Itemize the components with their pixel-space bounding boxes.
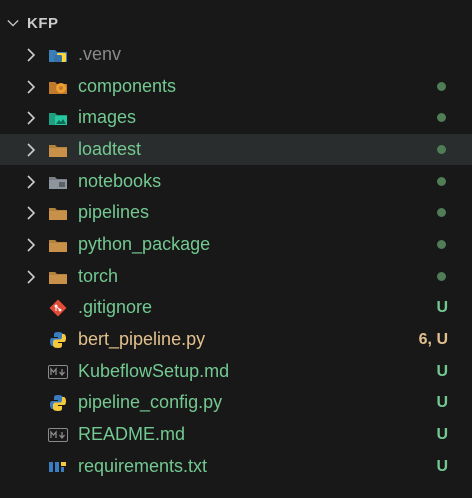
chevron-right-icon[interactable] — [25, 110, 37, 125]
git-status-badge: U — [436, 363, 448, 380]
tree-item-pipeline-config[interactable]: pipeline_config.py U — [0, 387, 472, 418]
git-status-dot — [437, 82, 446, 91]
chevron-right-icon[interactable] — [25, 142, 37, 157]
git-icon — [48, 299, 68, 317]
tree-item-label: torch — [78, 266, 119, 286]
chevron-right-icon[interactable] — [25, 269, 37, 284]
tree-item-pipelines[interactable]: pipelines — [0, 197, 472, 228]
chevron-right-icon[interactable] — [25, 205, 37, 220]
tree-item-label: bert_pipeline.py — [78, 329, 206, 349]
git-status-badge: U — [436, 458, 448, 475]
tree-item-label: components — [78, 76, 177, 96]
tree-item-label: images — [78, 107, 137, 127]
tree-item-label: pipeline_config.py — [78, 392, 223, 412]
tree-item-gitignore[interactable]: .gitignore U — [0, 292, 472, 323]
tree-item-label: README.md — [78, 424, 186, 444]
notebooks-folder-icon — [48, 173, 68, 191]
tree-item-python-package[interactable]: python_package — [0, 229, 472, 260]
chevron-down-icon[interactable] — [7, 17, 19, 29]
markdown-icon — [48, 363, 68, 381]
python-folder-icon — [48, 46, 68, 64]
git-status-dot — [437, 208, 446, 217]
tree-item-loadtest[interactable]: loadtest — [0, 134, 472, 165]
folder-icon — [48, 268, 68, 286]
chevron-right-icon[interactable] — [25, 174, 37, 189]
tree-item-components[interactable]: components — [0, 71, 472, 102]
git-status-dot — [437, 177, 446, 186]
tree-item-notebooks[interactable]: notebooks — [0, 166, 472, 197]
chevron-right-icon[interactable] — [25, 237, 37, 252]
python-icon — [48, 394, 68, 412]
tree-item-venv[interactable]: .venv — [0, 39, 472, 70]
markdown-icon — [48, 426, 68, 444]
git-status-dot — [437, 240, 446, 249]
tree-item-label: notebooks — [78, 171, 162, 191]
file-explorer: KFP .venv components images loadtest not… — [0, 0, 472, 498]
tree-item-label: pipelines — [78, 202, 150, 222]
git-status-badge: 6, U — [418, 331, 448, 348]
tree-item-label: python_package — [78, 234, 211, 254]
tree-item-label: .gitignore — [78, 297, 153, 317]
git-status-badge: U — [436, 426, 448, 443]
pip-requirements-icon — [48, 458, 68, 476]
components-folder-icon — [48, 78, 68, 96]
folder-icon — [48, 141, 68, 159]
git-status-badge: U — [436, 299, 448, 316]
chevron-right-icon[interactable] — [25, 79, 37, 94]
tree-item-label: loadtest — [78, 139, 142, 159]
folder-icon — [48, 236, 68, 254]
tree-item-label: .venv — [78, 44, 122, 64]
explorer-root-folder[interactable]: KFP — [0, 8, 472, 38]
tree-item-label: KubeflowSetup.md — [78, 361, 230, 381]
python-icon — [48, 331, 68, 349]
tree-item-label: requirements.txt — [78, 456, 208, 476]
images-folder-icon — [48, 109, 68, 127]
tree-item-requirements[interactable]: requirements.txt U — [0, 451, 472, 482]
tree-item-bert-pipeline[interactable]: bert_pipeline.py 6, U — [0, 324, 472, 355]
folder-icon — [48, 204, 68, 222]
tree-item-images[interactable]: images — [0, 102, 472, 133]
root-folder-label: KFP — [27, 14, 59, 32]
chevron-right-icon[interactable] — [25, 47, 37, 62]
tree-item-readme[interactable]: README.md U — [0, 419, 472, 450]
git-status-dot — [437, 145, 446, 154]
tree-item-kubeflow-setup[interactable]: KubeflowSetup.md U — [0, 356, 472, 387]
git-status-badge: U — [436, 394, 448, 411]
git-status-dot — [437, 113, 446, 122]
tree-item-torch[interactable]: torch — [0, 261, 472, 292]
git-status-dot — [437, 272, 446, 281]
